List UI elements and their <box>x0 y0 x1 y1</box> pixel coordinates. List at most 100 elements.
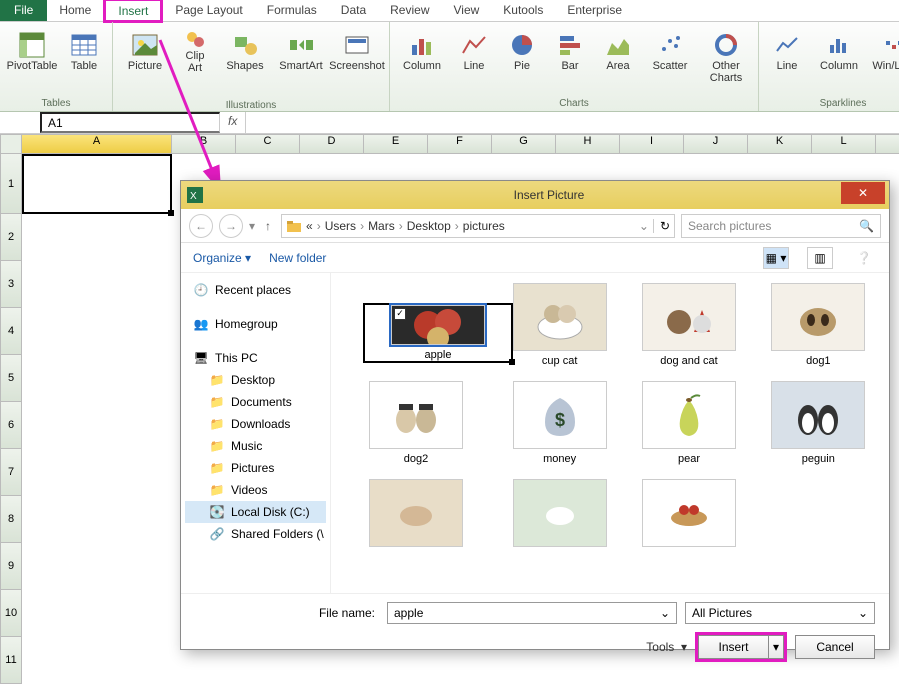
col-header[interactable]: B <box>172 134 236 154</box>
breadcrumb[interactable]: «› Users› Mars› Desktop› pictures ⌄ ↻ <box>281 214 675 238</box>
search-input[interactable]: Search pictures 🔍 <box>681 214 881 238</box>
tree-desktop[interactable]: 📁Desktop <box>185 369 326 391</box>
forward-button[interactable]: → <box>219 214 243 238</box>
col-header[interactable]: H <box>556 134 620 154</box>
excel-icon: X <box>187 187 203 203</box>
row-header[interactable]: 2 <box>0 214 22 261</box>
clipart-button[interactable]: Clip Art <box>175 26 215 98</box>
tab-formulas[interactable]: Formulas <box>255 0 329 21</box>
thumb-dog1[interactable]: dog1 <box>758 283 879 367</box>
thumb-item[interactable] <box>628 479 749 551</box>
insert-button[interactable]: Insert ▾ <box>695 632 787 662</box>
thumb-money[interactable]: $money <box>499 381 620 465</box>
cancel-button[interactable]: Cancel <box>795 635 875 659</box>
row-header[interactable]: 7 <box>0 449 22 496</box>
row-header[interactable]: 6 <box>0 402 22 449</box>
chart-other-button[interactable]: Other Charts <box>700 26 752 87</box>
tools-menu[interactable]: Tools ▾ <box>646 640 687 654</box>
filetype-filter[interactable]: All Pictures⌄ <box>685 602 875 624</box>
sparkline-line-button[interactable]: Line <box>765 26 809 76</box>
thumb-peguin[interactable]: peguin <box>758 381 879 465</box>
col-header[interactable]: M <box>876 134 899 154</box>
row-header[interactable]: 9 <box>0 543 22 590</box>
tab-kutools[interactable]: Kutools <box>491 0 555 21</box>
tab-home[interactable]: Home <box>47 0 103 21</box>
pivottable-button[interactable]: PivotTable <box>6 26 58 76</box>
row-header[interactable]: 8 <box>0 496 22 543</box>
refresh-icon[interactable]: ↻ <box>653 219 670 233</box>
chart-area-button[interactable]: Area <box>596 26 640 87</box>
fx-icon[interactable]: fx <box>220 112 246 133</box>
col-header[interactable]: L <box>812 134 876 154</box>
row-header[interactable]: 1 <box>0 154 22 214</box>
col-header[interactable]: E <box>364 134 428 154</box>
chart-scatter-button[interactable]: Scatter <box>644 26 696 87</box>
formula-bar[interactable] <box>246 112 899 133</box>
chart-line-button[interactable]: Line <box>452 26 496 87</box>
tree-pictures[interactable]: 📁Pictures <box>185 457 326 479</box>
tree-homegroup[interactable]: 👥Homegroup <box>185 313 326 335</box>
thumb-item[interactable] <box>341 479 491 551</box>
smartart-button[interactable]: SmartArt <box>275 26 327 98</box>
col-header[interactable]: J <box>684 134 748 154</box>
up-button[interactable]: ↑ <box>261 219 275 233</box>
insert-dropdown[interactable]: ▾ <box>768 635 784 659</box>
thumb-cup-cat[interactable]: cup cat <box>499 283 620 367</box>
col-header[interactable]: I <box>620 134 684 154</box>
picture-button[interactable]: Picture <box>119 26 171 98</box>
select-all-corner[interactable] <box>0 134 22 154</box>
tab-review[interactable]: Review <box>378 0 441 21</box>
shapes-button[interactable]: Shapes <box>219 26 271 98</box>
thumb-dog-and-cat[interactable]: dog and cat <box>628 283 749 367</box>
tree-downloads[interactable]: 📁Downloads <box>185 413 326 435</box>
row-header[interactable]: 3 <box>0 261 22 308</box>
thumb-item[interactable] <box>499 479 620 551</box>
row-header[interactable]: 5 <box>0 355 22 402</box>
tree-videos[interactable]: 📁Videos <box>185 479 326 501</box>
tree-recent-places[interactable]: 🕘Recent places <box>185 279 326 301</box>
tab-data[interactable]: Data <box>329 0 378 21</box>
chart-pie-button[interactable]: Pie <box>500 26 544 87</box>
sparkline-winloss-button[interactable]: Win/Loss <box>869 26 899 76</box>
chart-column-button[interactable]: Column <box>396 26 448 87</box>
newfolder-button[interactable]: New folder <box>269 251 326 265</box>
tab-insert[interactable]: Insert <box>103 0 163 23</box>
col-header[interactable]: G <box>492 134 556 154</box>
row-header[interactable]: 11 <box>0 637 22 684</box>
thumb-pear[interactable]: pear <box>628 381 749 465</box>
thumb-dog2[interactable]: dog2 <box>341 381 491 465</box>
filename-input[interactable]: apple⌄ <box>387 602 677 624</box>
help-button[interactable]: ❔ <box>851 247 877 269</box>
recent-dropdown-icon[interactable]: ▾ <box>249 219 255 233</box>
tree-shared-folders[interactable]: 🔗Shared Folders (\ <box>185 523 326 545</box>
screenshot-button[interactable]: Screenshot <box>331 26 383 98</box>
row-header[interactable]: 4 <box>0 308 22 355</box>
tab-view[interactable]: View <box>442 0 492 21</box>
back-button[interactable]: ← <box>189 214 213 238</box>
dialog-titlebar[interactable]: X Insert Picture ✕ <box>181 181 889 209</box>
tab-enterprise[interactable]: Enterprise <box>555 0 634 21</box>
row-header[interactable]: 10 <box>0 590 22 637</box>
name-box[interactable] <box>40 112 220 133</box>
table-button[interactable]: Table <box>62 26 106 76</box>
col-header[interactable]: A <box>22 134 172 154</box>
tab-page-layout[interactable]: Page Layout <box>163 0 254 21</box>
close-button[interactable]: ✕ <box>841 182 885 204</box>
col-header[interactable]: F <box>428 134 492 154</box>
tree-music[interactable]: 📁Music <box>185 435 326 457</box>
col-header[interactable]: C <box>236 134 300 154</box>
tree-documents[interactable]: 📁Documents <box>185 391 326 413</box>
preview-pane-button[interactable]: ▥ <box>807 247 833 269</box>
organize-button[interactable]: Organize ▾ <box>193 251 251 265</box>
col-header[interactable]: K <box>748 134 812 154</box>
sparkline-column-button[interactable]: Column <box>813 26 865 76</box>
homegroup-icon: 👥 <box>193 316 209 332</box>
tree-this-pc[interactable]: 🖥This PC <box>185 347 326 369</box>
chart-bar-button[interactable]: Bar <box>548 26 592 87</box>
view-mode-button[interactable]: ▦ ▾ <box>763 247 789 269</box>
col-header[interactable]: D <box>300 134 364 154</box>
tree-local-disk-c[interactable]: 💽Local Disk (C:) <box>185 501 326 523</box>
thumb-apple[interactable]: ✓ apple <box>363 303 513 363</box>
active-cell-a1[interactable] <box>22 154 172 214</box>
file-tab[interactable]: File <box>0 0 47 21</box>
